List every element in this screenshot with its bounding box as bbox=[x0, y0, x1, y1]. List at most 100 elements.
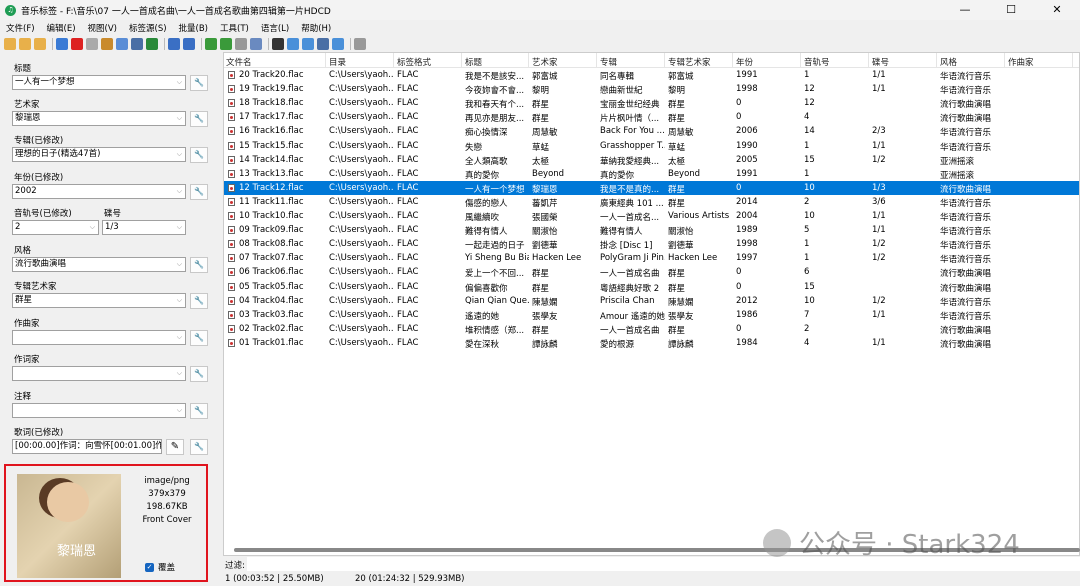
text-icon[interactable] bbox=[235, 38, 247, 50]
save-icon[interactable] bbox=[56, 38, 68, 50]
table-row[interactable]: 14 Track14.flac C:\Users\yaoh... FLAC 全人類高歌… bbox=[224, 153, 1079, 167]
column-header[interactable]: 目录 bbox=[329, 56, 346, 68]
edit-lyrics-button[interactable]: ✎ bbox=[166, 439, 184, 455]
table-row[interactable]: 01 Track01.flac C:\Users\yaoh... FLAC 愛在深秋 譚… bbox=[224, 336, 1079, 350]
minimize-button[interactable]: — bbox=[942, 0, 988, 20]
table-row[interactable]: 05 Track05.flac C:\Users\yaoh... FLAC 偏偏喜歡你… bbox=[224, 280, 1079, 294]
disc-number-combo[interactable]: 1/3 ⌵ bbox=[102, 220, 186, 235]
title-wrench-button[interactable]: 🔧 bbox=[190, 75, 208, 91]
column-header[interactable]: 年份 bbox=[736, 56, 753, 68]
table-row[interactable]: 06 Track06.flac C:\Users\yaoh... FLAC 爱上一个不… bbox=[224, 265, 1079, 279]
table-row[interactable]: 07 Track07.flac C:\Users\yaoh... FLAC Yi Sh… bbox=[224, 251, 1079, 265]
menu-item[interactable]: 帮助(H) bbox=[301, 22, 331, 34]
menu-item[interactable]: 工具(T) bbox=[220, 22, 249, 34]
column-header[interactable]: 专辑艺术家 bbox=[668, 56, 711, 68]
refresh-icon[interactable] bbox=[146, 38, 158, 50]
column-divider[interactable] bbox=[732, 53, 733, 68]
composer-wrench-button[interactable]: 🔧 bbox=[190, 330, 208, 346]
year-wrench-button[interactable]: 🔧 bbox=[190, 184, 208, 200]
cover-image[interactable]: 黎瑞恩 bbox=[17, 474, 121, 578]
settings-icon[interactable] bbox=[354, 38, 366, 50]
lyricist-combo[interactable]: ⌵ bbox=[12, 366, 186, 381]
network-icon[interactable] bbox=[332, 38, 344, 50]
undo-icon[interactable] bbox=[86, 38, 98, 50]
table-row[interactable]: 15 Track15.flac C:\Users\yaoh... FLAC 失戀 草蜢 G… bbox=[224, 139, 1079, 153]
move-icon[interactable] bbox=[317, 38, 329, 50]
close-button[interactable]: ✕ bbox=[1034, 0, 1080, 20]
table-row[interactable]: 17 Track17.flac C:\Users\yaoh... FLAC 再见亦是朋… bbox=[224, 110, 1079, 124]
auto-tag-icon[interactable] bbox=[250, 38, 262, 50]
album-combo[interactable]: 理想的日子(精选47首) ⌵ bbox=[12, 147, 186, 162]
genre-combo[interactable]: 流行歌曲演唱 ⌵ bbox=[12, 257, 186, 272]
cover-icon[interactable] bbox=[131, 38, 143, 50]
table-row[interactable]: 08 Track08.flac C:\Users\yaoh... FLAC 一起走過的… bbox=[224, 237, 1079, 251]
table-row[interactable]: 18 Track18.flac C:\Users\yaoh... FLAC 我和春天有… bbox=[224, 96, 1079, 110]
tool-icon[interactable] bbox=[116, 38, 128, 50]
menu-item[interactable]: 编辑(E) bbox=[47, 22, 76, 34]
dictionary-icon[interactable] bbox=[101, 38, 113, 50]
year-combo[interactable]: 2002 ⌵ bbox=[12, 184, 186, 199]
table-row[interactable]: 04 Track04.flac C:\Users\yaoh... FLAC Qian … bbox=[224, 294, 1079, 308]
column-divider[interactable] bbox=[664, 53, 665, 68]
lyrics-combo[interactable]: [00:00.00]作词：向雪怀[00:01.00]作 ⌵ bbox=[12, 439, 162, 454]
menu-item[interactable]: 文件(F) bbox=[6, 22, 35, 34]
column-divider[interactable] bbox=[1004, 53, 1005, 68]
column-divider[interactable] bbox=[936, 53, 937, 68]
column-header[interactable]: 碟号 bbox=[872, 56, 889, 68]
table-row[interactable]: 19 Track19.flac C:\Users\yaoh... FLAC 今夜妳會不… bbox=[224, 82, 1079, 96]
column-header[interactable]: 风格 bbox=[940, 56, 957, 68]
column-header[interactable]: 标签格式 bbox=[397, 56, 431, 68]
genre-wrench-button[interactable]: 🔧 bbox=[190, 257, 208, 273]
table-row[interactable]: 09 Track09.flac C:\Users\yaoh... FLAC 難得有情人… bbox=[224, 223, 1079, 237]
artist-wrench-button[interactable]: 🔧 bbox=[190, 111, 208, 127]
album-artist-combo[interactable]: 群星 ⌵ bbox=[12, 293, 186, 308]
column-divider[interactable] bbox=[868, 53, 869, 68]
comment-combo[interactable]: ⌵ bbox=[12, 403, 186, 418]
column-divider[interactable] bbox=[461, 53, 462, 68]
column-header[interactable]: 标题 bbox=[465, 56, 482, 68]
column-divider[interactable] bbox=[800, 53, 801, 68]
table-row[interactable]: 10 Track10.flac C:\Users\yaoh... FLAC 風繼續吹 張… bbox=[224, 209, 1079, 223]
column-divider[interactable] bbox=[393, 53, 394, 68]
rename-icon[interactable] bbox=[287, 38, 299, 50]
columns-icon[interactable] bbox=[168, 38, 180, 50]
album-wrench-button[interactable]: 🔧 bbox=[190, 147, 208, 163]
image-icon[interactable] bbox=[220, 38, 232, 50]
lyricist-wrench-button[interactable]: 🔧 bbox=[190, 366, 208, 382]
overwrite-checkbox[interactable]: ✓ 覆盖 bbox=[145, 561, 175, 573]
column-header[interactable]: 音轨号 bbox=[804, 56, 830, 68]
column-header[interactable]: 作曲家 bbox=[1008, 56, 1034, 68]
export-icon[interactable] bbox=[302, 38, 314, 50]
menu-item[interactable]: 语言(L) bbox=[261, 22, 289, 34]
column-header[interactable]: 艺术家 bbox=[532, 56, 558, 68]
menu-item[interactable]: 批量(B) bbox=[179, 22, 208, 34]
title-combo[interactable]: 一人有一个梦想 ⌵ bbox=[12, 75, 186, 90]
column-header[interactable]: 文件名 bbox=[226, 56, 252, 68]
convert-icon[interactable] bbox=[205, 38, 217, 50]
table-row[interactable]: 11 Track11.flac C:\Users\yaoh... FLAC 傷感的戀人… bbox=[224, 195, 1079, 209]
column-divider[interactable] bbox=[1072, 53, 1073, 68]
table-row[interactable]: 03 Track03.flac C:\Users\yaoh... FLAC 遙遠的她 張… bbox=[224, 308, 1079, 322]
table-row[interactable]: 02 Track02.flac C:\Users\yaoh... FLAC 堆积情感（… bbox=[224, 322, 1079, 336]
track-number-combo[interactable]: 2 ⌵ bbox=[12, 220, 99, 235]
table-row[interactable]: 16 Track16.flac C:\Users\yaoh... FLAC 痴心換情深… bbox=[224, 124, 1079, 138]
lyrics-wrench-button[interactable]: 🔧 bbox=[190, 439, 208, 455]
maximize-button[interactable]: ☐ bbox=[988, 0, 1034, 20]
composer-combo[interactable]: ⌵ bbox=[12, 330, 186, 345]
album-artist-wrench-button[interactable]: 🔧 bbox=[190, 293, 208, 309]
open-files-icon[interactable] bbox=[34, 38, 46, 50]
menu-item[interactable]: 视图(V) bbox=[88, 22, 117, 34]
menu-item[interactable]: 标签源(S) bbox=[129, 22, 167, 34]
open-folder-icon[interactable] bbox=[4, 38, 16, 50]
column-divider[interactable] bbox=[528, 53, 529, 68]
batch-icon[interactable] bbox=[272, 38, 284, 50]
table-row[interactable]: 13 Track13.flac C:\Users\yaoh... FLAC 真的愛你 B… bbox=[224, 167, 1079, 181]
artist-combo[interactable]: 黎瑞恩 ⌵ bbox=[12, 111, 186, 126]
table-row[interactable]: 20 Track20.flac C:\Users\yaoh... FLAC 我是不是該… bbox=[224, 68, 1079, 82]
column-divider[interactable] bbox=[596, 53, 597, 68]
add-folder-icon[interactable] bbox=[19, 38, 31, 50]
column-header[interactable]: 专辑 bbox=[600, 56, 617, 68]
columns2-icon[interactable] bbox=[183, 38, 195, 50]
delete-icon[interactable] bbox=[71, 38, 83, 50]
column-divider[interactable] bbox=[325, 53, 326, 68]
